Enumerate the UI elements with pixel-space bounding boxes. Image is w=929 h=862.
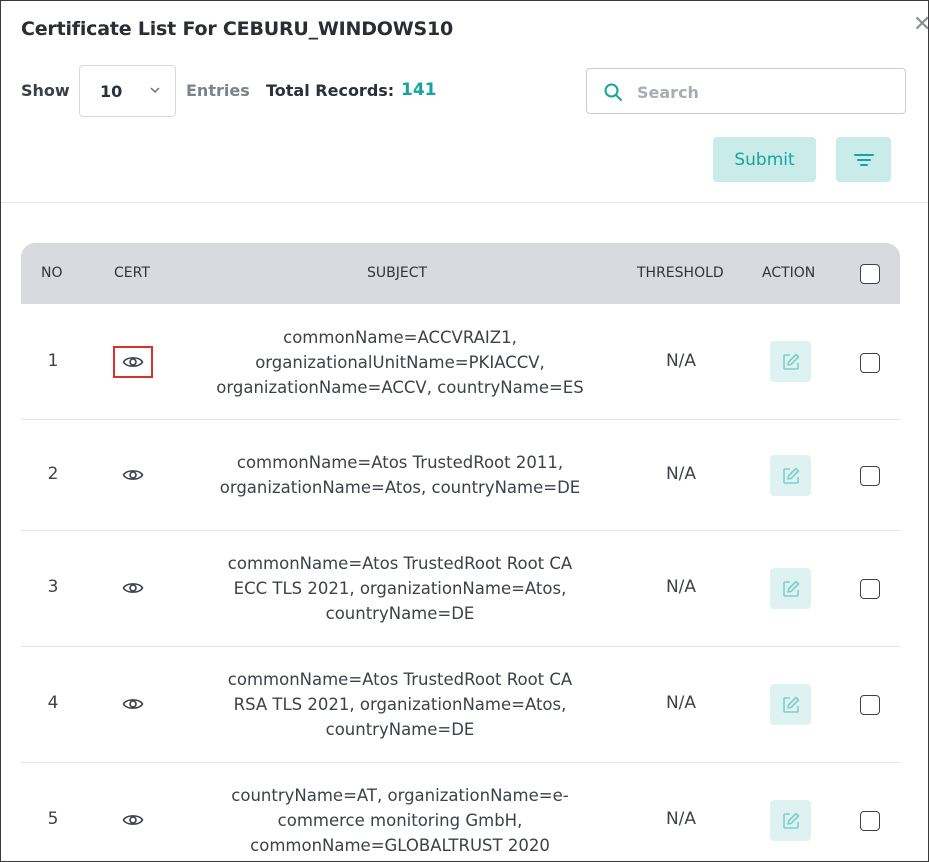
- row-checkbox[interactable]: [860, 353, 880, 373]
- edit-icon: [782, 696, 799, 713]
- threshold-value: N/A: [665, 577, 697, 597]
- search-input[interactable]: [637, 79, 892, 105]
- row-checkbox[interactable]: [860, 579, 880, 599]
- row-number: 3: [47, 577, 59, 597]
- column-header-action: ACTION: [762, 265, 816, 281]
- subject-line: countryName=DE: [325, 604, 475, 623]
- column-header-threshold: THRESHOLD: [637, 265, 724, 281]
- column-header-no: NO: [41, 265, 63, 281]
- subject-line: commonName=GLOBALTRUST 2020: [250, 836, 550, 855]
- subject-line: RSA TLS 2021, organizationName=Atos,: [233, 695, 567, 714]
- eye-icon: [122, 699, 144, 709]
- row-checkbox[interactable]: [860, 695, 880, 715]
- subject-line: commonName=Atos TrustedRoot Root CA: [227, 670, 573, 689]
- row-checkbox[interactable]: [860, 811, 880, 831]
- table-row: 1 commonName=ACCVRAIZ1, organizationalUn…: [21, 304, 900, 420]
- subject-line: commonName=Atos TrustedRoot 2011,: [236, 453, 564, 472]
- subject-line: commerce monitoring GmbH,: [277, 811, 523, 830]
- subject-line: countryName=DE: [325, 720, 475, 739]
- subject-line: organizationName=Atos, countryName=DE: [219, 478, 581, 497]
- eye-icon: [122, 470, 144, 480]
- edit-button[interactable]: [770, 800, 811, 841]
- edit-button[interactable]: [770, 341, 811, 382]
- table-row: 5 countryName=AT, organizationName=e- co…: [21, 763, 900, 861]
- edit-button[interactable]: [770, 455, 811, 496]
- threshold-value: N/A: [665, 351, 697, 371]
- total-records-label: Total Records:: [266, 81, 395, 100]
- row-checkbox[interactable]: [860, 466, 880, 486]
- show-label: Show: [21, 81, 70, 100]
- subject-text: commonName=Atos TrustedRoot Root CA RSA …: [196, 667, 604, 742]
- row-number: 2: [47, 464, 59, 484]
- subject-text: countryName=AT, organizationName=e- comm…: [196, 783, 604, 858]
- table-header: NO CERT SUBJECT THRESHOLD ACTION: [21, 243, 900, 304]
- modal-title: Certificate List For CEBURU_WINDOWS10: [21, 18, 454, 40]
- subject-line: organizationName=ACCV, countryName=ES: [216, 378, 584, 397]
- threshold-value: N/A: [665, 464, 697, 484]
- table-row: 2 commonName=Atos TrustedRoot 2011, orga…: [21, 420, 900, 531]
- search-box: [586, 68, 906, 114]
- certificate-list-modal: Certificate List For CEBURU_WINDOWS10 ✕ …: [0, 0, 929, 862]
- eye-icon: [122, 357, 144, 367]
- edit-button[interactable]: [770, 684, 811, 725]
- chevron-down-icon: [150, 87, 160, 94]
- edit-button[interactable]: [770, 568, 811, 609]
- edit-icon: [782, 353, 799, 370]
- edit-icon: [782, 580, 799, 597]
- threshold-value: N/A: [665, 809, 697, 829]
- eye-icon: [122, 815, 144, 825]
- select-all-checkbox[interactable]: [860, 264, 880, 284]
- view-cert-button[interactable]: [113, 688, 153, 720]
- subject-text: commonName=ACCVRAIZ1, organizationalUnit…: [196, 325, 604, 400]
- table-row: 3 commonName=Atos TrustedRoot Root CA EC…: [21, 531, 900, 647]
- search-icon: [604, 83, 622, 101]
- view-cert-button[interactable]: [113, 804, 153, 836]
- header-divider: [1, 202, 928, 203]
- row-number: 4: [47, 693, 59, 713]
- filter-button[interactable]: [836, 137, 891, 182]
- column-header-subject: SUBJECT: [367, 265, 428, 281]
- total-records-value: 141: [401, 80, 437, 100]
- subject-line: commonName=ACCVRAIZ1,: [283, 328, 517, 347]
- subject-line: organizationalUnitName=PKIACCV,: [255, 353, 545, 372]
- subject-line: countryName=AT, organizationName=e-: [231, 786, 569, 805]
- subject-text: commonName=Atos TrustedRoot 2011, organi…: [196, 450, 604, 500]
- subject-line: ECC TLS 2021, organizationName=Atos,: [233, 579, 567, 598]
- subject-text: commonName=Atos TrustedRoot Root CA ECC …: [196, 551, 604, 626]
- close-icon[interactable]: ✕: [913, 14, 928, 36]
- view-cert-button[interactable]: [113, 459, 153, 491]
- threshold-value: N/A: [665, 693, 697, 713]
- column-header-cert: CERT: [114, 265, 150, 281]
- view-cert-button[interactable]: [113, 346, 153, 378]
- filter-icon: [853, 153, 874, 166]
- subject-line: commonName=Atos TrustedRoot Root CA: [227, 554, 573, 573]
- submit-button[interactable]: Submit: [713, 137, 816, 182]
- table-row: 4 commonName=Atos TrustedRoot Root CA RS…: [21, 647, 900, 763]
- certificate-table: NO CERT SUBJECT THRESHOLD ACTION 1 commo…: [21, 243, 900, 861]
- edit-icon: [782, 812, 799, 829]
- entries-label: Entries: [186, 81, 250, 100]
- entries-per-page-select[interactable]: 10: [79, 65, 176, 117]
- view-cert-button[interactable]: [113, 572, 153, 604]
- entries-select-value: 10: [100, 81, 123, 101]
- row-number: 5: [47, 809, 59, 829]
- edit-icon: [782, 467, 799, 484]
- eye-icon: [122, 583, 144, 593]
- row-number: 1: [47, 351, 59, 371]
